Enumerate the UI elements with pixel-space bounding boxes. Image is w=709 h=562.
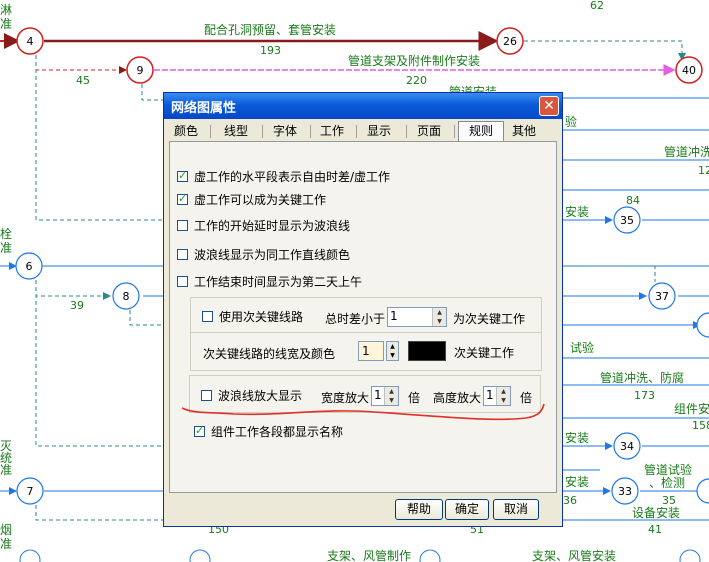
svg-text:支架、风管安装: 支架、风管安装: [532, 548, 616, 562]
svg-text:41: 41: [648, 523, 662, 536]
line-width-spin[interactable]: ▲ ▼: [386, 341, 399, 361]
close-icon: ✕: [543, 98, 555, 114]
node: 4: [16, 27, 44, 55]
svg-text:9: 9: [137, 64, 144, 77]
svg-text:安装: 安装: [565, 204, 589, 219]
node: 6: [15, 252, 43, 280]
node: 35: [613, 206, 641, 234]
svg-text:栓: 栓: [0, 226, 12, 241]
svg-text:淋: 淋: [0, 3, 12, 17]
float-spinner[interactable]: 1 ▲ ▼: [387, 307, 447, 327]
dialog-title: 网络图属性: [171, 101, 237, 116]
spin-up-icon[interactable]: ▲: [497, 387, 510, 396]
svg-text:烟: 烟: [0, 523, 12, 537]
tab-page[interactable]: 页面: [410, 122, 448, 141]
svg-text:准: 准: [0, 463, 12, 477]
svg-text:62: 62: [590, 0, 604, 12]
tab-display[interactable]: 显示: [360, 122, 398, 141]
svg-text:设备安装: 设备安装: [632, 505, 680, 520]
ok-button[interactable]: 确定: [445, 499, 489, 520]
svg-text:37: 37: [655, 290, 669, 303]
svg-text:220: 220: [406, 74, 427, 87]
checkbox[interactable]: [177, 192, 188, 205]
svg-text:管道试验: 管道试验: [644, 462, 692, 477]
svg-text:84: 84: [626, 194, 640, 207]
svg-text:39: 39: [70, 299, 84, 312]
network-properties-dialog: 网络图属性 ✕ 颜色 线型 字体 工作 显示 页面 规则 其他 虚工作的水平段表…: [163, 92, 563, 527]
float-suffix: 为次关键工作: [453, 312, 526, 326]
checkbox[interactable]: [194, 424, 205, 437]
svg-text:34: 34: [620, 440, 634, 453]
spin-down-icon[interactable]: ▼: [433, 317, 446, 326]
help-button[interactable]: 帮助: [395, 499, 443, 520]
node: 37: [648, 282, 676, 310]
spin-up-icon[interactable]: ▲: [433, 308, 446, 317]
rules-panel: 虚工作的水平段表示自由时差/虚工作 虚工作可以成为关键工作 工作的开始延时显示为…: [169, 141, 557, 493]
line-width-field[interactable]: 1: [358, 341, 384, 361]
width-color-label: 次关键线路的线宽及颜色: [203, 347, 336, 361]
checkbox[interactable]: [177, 276, 188, 287]
node: 34: [613, 432, 641, 460]
checkbox[interactable]: [177, 169, 188, 182]
svg-text:验: 验: [565, 114, 577, 129]
sub-critical-legend: 次关键工作: [454, 346, 515, 360]
svg-text:7: 7: [27, 485, 34, 498]
svg-text:支架、风管制作: 支架、风管制作: [327, 548, 411, 562]
svg-text:36: 36: [563, 494, 577, 507]
svg-text:26: 26: [503, 35, 517, 48]
tab-font[interactable]: 字体: [266, 122, 304, 141]
svg-text:6: 6: [26, 260, 33, 273]
checkbox[interactable]: [177, 220, 188, 231]
svg-text:33: 33: [618, 485, 632, 498]
svg-text:12: 12: [698, 164, 709, 177]
svg-text:安装: 安装: [565, 474, 589, 489]
cancel-button[interactable]: 取消: [493, 499, 539, 520]
svg-text:组件安: 组件安: [674, 401, 709, 416]
checkbox[interactable]: [177, 249, 188, 260]
svg-text:173: 173: [634, 389, 655, 402]
checkbox[interactable]: [202, 311, 213, 322]
tab-work[interactable]: 工作: [314, 122, 350, 141]
svg-text:35: 35: [620, 214, 634, 227]
tab-other[interactable]: 其他: [506, 122, 542, 141]
svg-text:40: 40: [682, 64, 696, 77]
svg-text:8: 8: [123, 290, 130, 303]
svg-text:管道冲洗、防腐: 管道冲洗、防腐: [600, 370, 684, 385]
svg-text:配合孔洞预留、套管安装: 配合孔洞预留、套管安装: [204, 22, 336, 37]
node: 33: [611, 477, 639, 505]
dialog-titlebar[interactable]: 网络图属性 ✕: [164, 93, 562, 119]
node: 7: [16, 477, 44, 505]
svg-text:158: 158: [692, 419, 709, 432]
svg-text:45: 45: [76, 74, 90, 87]
svg-text:安装: 安装: [565, 430, 589, 445]
svg-text:管道冲洗: 管道冲洗: [664, 144, 709, 159]
svg-text:193: 193: [260, 44, 281, 57]
svg-text:准: 准: [0, 17, 12, 31]
tab-color[interactable]: 颜色: [168, 122, 204, 141]
node: 26: [496, 27, 524, 55]
node: 40: [675, 56, 703, 84]
spin-up-icon[interactable]: ▲: [385, 387, 398, 396]
close-button[interactable]: ✕: [539, 96, 559, 116]
svg-text:4: 4: [27, 35, 34, 48]
svg-text:、检测: 、检测: [649, 475, 685, 490]
svg-text:管道支架及附件制作安装: 管道支架及附件制作安装: [348, 53, 480, 68]
red-annotation-underline: [181, 403, 545, 421]
tab-bar: 颜色 线型 字体 工作 显示 页面 规则 其他: [168, 121, 558, 142]
line-color-swatch[interactable]: [408, 341, 446, 361]
tab-line-type[interactable]: 线型: [214, 122, 258, 141]
tab-rules[interactable]: 规则: [458, 121, 504, 142]
svg-text:准: 准: [0, 241, 12, 255]
svg-text:准: 准: [0, 537, 12, 551]
node: 9: [126, 56, 154, 84]
float-label: 总时差小于: [325, 312, 386, 326]
svg-text:试验: 试验: [570, 340, 594, 355]
node: 8: [112, 282, 140, 310]
